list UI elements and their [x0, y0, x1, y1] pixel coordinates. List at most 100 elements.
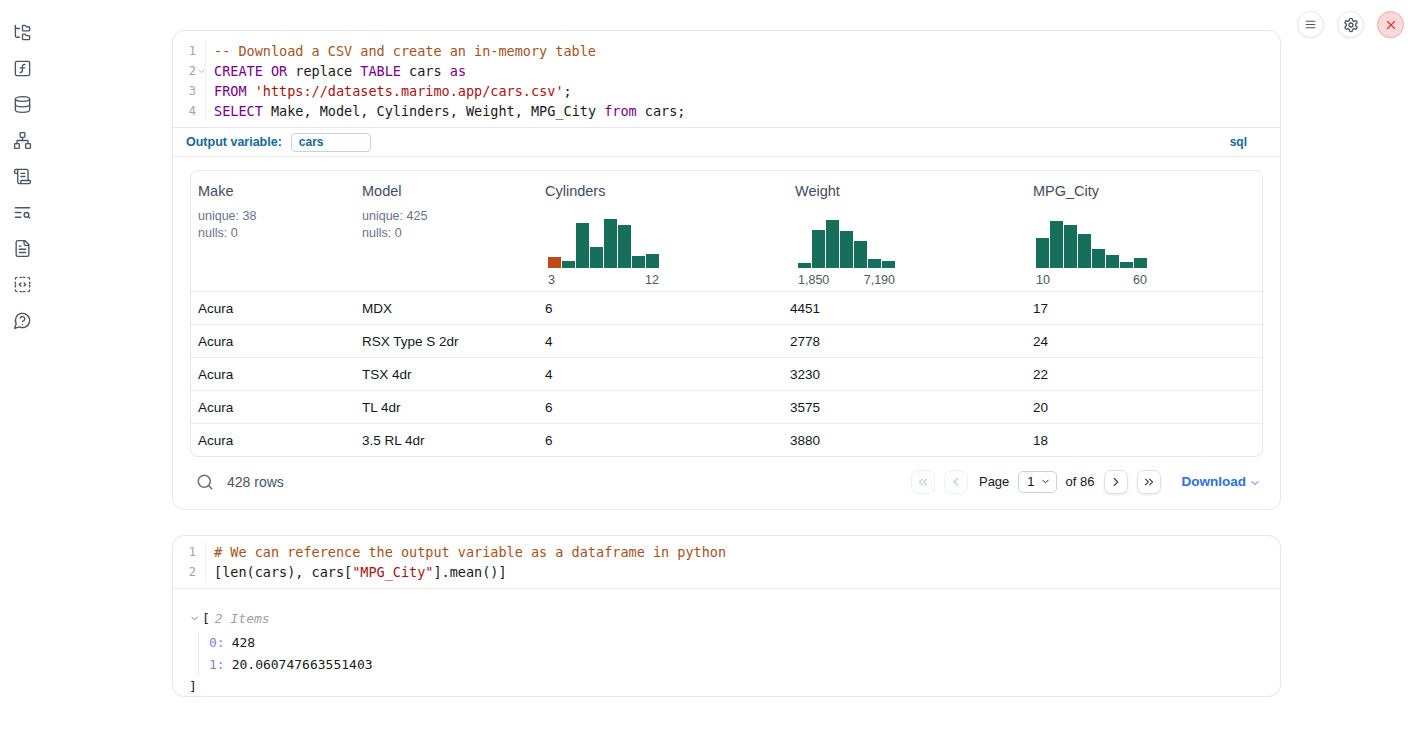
column-name: Make	[198, 183, 348, 199]
first-page-button[interactable]	[911, 470, 935, 494]
column-name: Weight	[795, 183, 1019, 199]
tree-item: 1:20.060747663551403	[209, 653, 1264, 675]
item-key: 1:	[209, 657, 225, 672]
histogram-bar	[562, 261, 575, 268]
next-page-button[interactable]	[1104, 470, 1128, 494]
menu-icon	[1304, 18, 1317, 31]
histogram-axis: 312	[548, 273, 659, 287]
fold-chevron-icon[interactable]	[197, 67, 206, 76]
table-cell: 18	[1026, 433, 1262, 448]
table-row[interactable]: AcuraRSX Type S 2dr4277824	[191, 324, 1262, 357]
item-key: 0:	[209, 635, 225, 650]
table-cell: 3575	[783, 400, 1026, 415]
histogram-bar	[1064, 225, 1077, 268]
help-icon[interactable]	[13, 311, 32, 330]
code-line: 2[len(cars), cars["MPG_City"].mean()]	[173, 562, 1280, 582]
histogram-bar	[1120, 262, 1133, 268]
table-row[interactable]: AcuraTSX 4dr4323022	[191, 357, 1262, 390]
histogram-bar	[1106, 255, 1119, 268]
sql-editor[interactable]: 1-- Download a CSV and create an in-memo…	[173, 31, 1280, 127]
column-header[interactable]: MPG_City 1060	[1026, 171, 1262, 291]
last-page-button[interactable]	[1137, 470, 1161, 494]
notebook: 1-- Download a CSV and create an in-memo…	[172, 30, 1281, 697]
close-icon	[1384, 18, 1398, 32]
column-histogram[interactable]: 312	[548, 213, 659, 287]
shutdown-button[interactable]	[1377, 11, 1404, 38]
column-header[interactable]: Model unique: 425nulls: 0	[355, 171, 538, 291]
topbar	[1297, 11, 1404, 38]
python-editor[interactable]: 1# We can reference the output variable …	[173, 536, 1280, 588]
column-stats: unique: 38nulls: 0	[198, 208, 348, 242]
column-header[interactable]: Make unique: 38nulls: 0	[191, 171, 355, 291]
histogram-bar	[576, 223, 589, 268]
code-line: 3FROM 'https://datasets.marimo.app/cars.…	[173, 81, 1280, 101]
histogram-axis: 1,8507,190	[798, 273, 895, 287]
output-variable-label: Output variable:	[186, 135, 282, 149]
line-number: 1	[173, 41, 205, 61]
search-icon[interactable]	[196, 473, 214, 491]
column-histogram[interactable]: 1060	[1036, 213, 1147, 287]
table-cell: 4451	[783, 301, 1026, 316]
python-cell: 1# We can reference the output variable …	[172, 535, 1281, 697]
table-row[interactable]: Acura3.5 RL 4dr6388018	[191, 423, 1262, 456]
table-cell: 20	[1026, 400, 1262, 415]
line-number: 4	[173, 101, 205, 121]
download-label: Download	[1182, 474, 1247, 489]
table-row[interactable]: AcuraTL 4dr6357520	[191, 390, 1262, 423]
settings-button[interactable]	[1337, 11, 1364, 38]
item-count: 2 Items	[215, 611, 270, 626]
column-stats: unique: 425nulls: 0	[362, 208, 531, 242]
table-row[interactable]: AcuraMDX6445117	[191, 291, 1262, 324]
table-cell: 6	[538, 400, 783, 415]
line-number: 3	[173, 81, 205, 101]
close-bracket: ]	[189, 676, 1264, 696]
function-square-icon[interactable]	[13, 59, 32, 78]
column-header[interactable]: Cylinders 312	[538, 171, 788, 291]
histogram-bar	[1092, 249, 1105, 268]
histogram-bar	[548, 257, 561, 268]
table-cell: Acura	[191, 367, 355, 382]
language-badge[interactable]: sql	[1230, 135, 1247, 149]
table-cell: Acura	[191, 400, 355, 415]
chevron-down-icon	[1040, 476, 1051, 487]
code-line: 1-- Download a CSV and create an in-memo…	[173, 41, 1280, 61]
table-cell: RSX Type S 2dr	[355, 334, 538, 349]
scroll-text-icon[interactable]	[13, 167, 32, 186]
page-label: Page	[979, 474, 1009, 489]
file-text-icon[interactable]	[13, 239, 32, 258]
column-name: Cylinders	[545, 183, 781, 199]
python-cell-output: [ 2 Items 0:4281:20.060747663551403 ]	[173, 588, 1280, 696]
database-icon[interactable]	[13, 95, 32, 114]
chevron-right-icon	[1109, 475, 1123, 489]
table-cell: 17	[1026, 301, 1262, 316]
text-search-icon[interactable]	[13, 203, 32, 222]
sql-cell-output: Make unique: 38nulls: 0 Model unique: 425nu…	[173, 156, 1280, 509]
histogram-bar	[632, 256, 645, 268]
line-number: 1	[173, 542, 205, 562]
column-header[interactable]: Weight 1,8507,190	[788, 171, 1026, 291]
histogram-bar	[840, 231, 853, 268]
histogram-bar	[646, 254, 659, 268]
code-line: 2CREATE OR replace TABLE cars as	[173, 61, 1280, 81]
gear-icon	[1343, 17, 1359, 33]
column-name: Model	[362, 183, 531, 199]
column-name: MPG_City	[1033, 183, 1255, 199]
menu-button[interactable]	[1297, 11, 1324, 38]
snippets-icon[interactable]	[13, 275, 32, 294]
histogram-bar	[604, 219, 617, 268]
histogram-bar	[882, 261, 895, 268]
table-cell: 3230	[783, 367, 1026, 382]
column-histogram[interactable]: 1,8507,190	[798, 213, 895, 287]
network-icon[interactable]	[13, 131, 32, 150]
tree-header[interactable]: [ 2 Items	[189, 608, 1264, 628]
sql-cell: 1-- Download a CSV and create an in-memo…	[172, 30, 1281, 510]
page-select[interactable]: 1	[1018, 471, 1056, 493]
output-variable-input[interactable]	[291, 133, 371, 152]
open-bracket: [	[202, 611, 210, 626]
table-cell: 6	[538, 301, 783, 316]
download-button[interactable]: Download	[1182, 474, 1262, 489]
histogram-bar	[1036, 238, 1049, 268]
page-total: of 86	[1066, 474, 1095, 489]
prev-page-button[interactable]	[944, 470, 968, 494]
file-tree-icon[interactable]	[13, 23, 32, 42]
